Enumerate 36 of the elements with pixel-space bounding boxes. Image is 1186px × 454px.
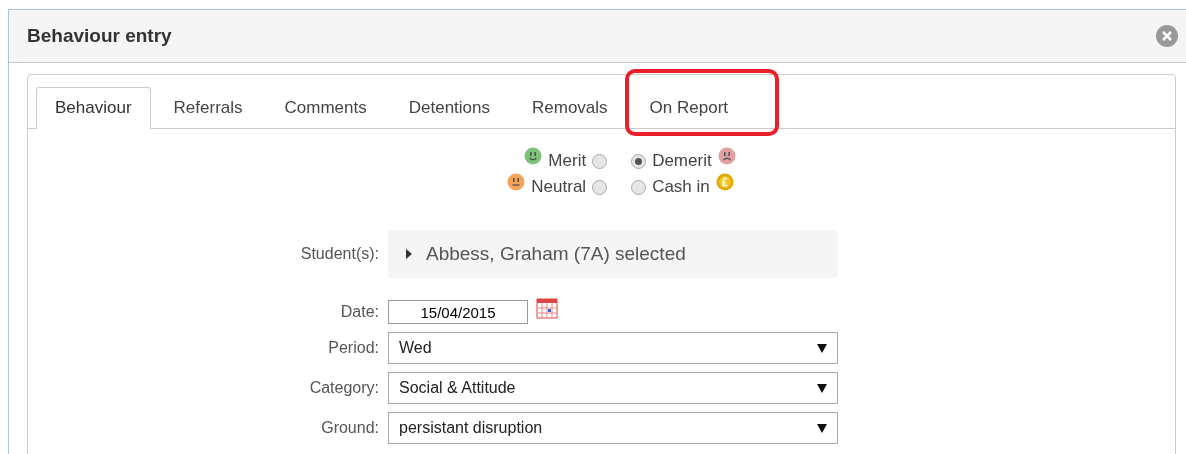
option-label: Demerit xyxy=(652,151,712,171)
caret-icon xyxy=(406,249,412,259)
face-icon xyxy=(717,147,736,165)
dropdown[interactable]: Wed xyxy=(388,332,838,364)
field-label: Date: xyxy=(339,303,379,321)
tab[interactable]: Detentions xyxy=(389,87,509,128)
field-label: Category: xyxy=(308,379,379,397)
tab[interactable]: Removals xyxy=(513,87,627,128)
close-button[interactable] xyxy=(1156,25,1178,47)
option-label: Cash in xyxy=(652,177,710,197)
option-label: Neutral xyxy=(531,177,587,197)
face-icon xyxy=(524,147,543,165)
dialog-title: Behaviour entry xyxy=(27,25,172,47)
calendar-icon[interactable] xyxy=(536,297,558,319)
dropdown[interactable]: Social & Attitude xyxy=(388,372,838,404)
caret-icon xyxy=(817,343,827,353)
tab[interactable]: Behaviour xyxy=(36,87,151,129)
coin-icon xyxy=(715,173,734,191)
tab[interactable]: Comments xyxy=(265,87,386,128)
field-label: Period: xyxy=(327,339,379,357)
tab[interactable]: Referrals xyxy=(154,87,262,128)
dropdown[interactable]: persistant disruption xyxy=(388,412,838,444)
tab[interactable]: On Report xyxy=(630,87,748,128)
radio-button[interactable] xyxy=(631,179,647,195)
student-selector[interactable]: Abbess, Graham (7A) selected xyxy=(388,230,838,278)
caret-icon xyxy=(817,383,827,393)
face-icon xyxy=(507,173,526,191)
radio-button[interactable] xyxy=(592,179,608,195)
radio-button[interactable] xyxy=(592,153,608,169)
radio-button[interactable] xyxy=(631,153,647,169)
field-label: Ground: xyxy=(320,419,379,437)
caret-icon xyxy=(817,423,827,433)
date-field[interactable]: 15/04/2015 xyxy=(388,300,528,324)
close-icon xyxy=(1161,30,1173,42)
option-label: Merit xyxy=(548,151,587,171)
field-label: Student(s): xyxy=(299,245,379,263)
